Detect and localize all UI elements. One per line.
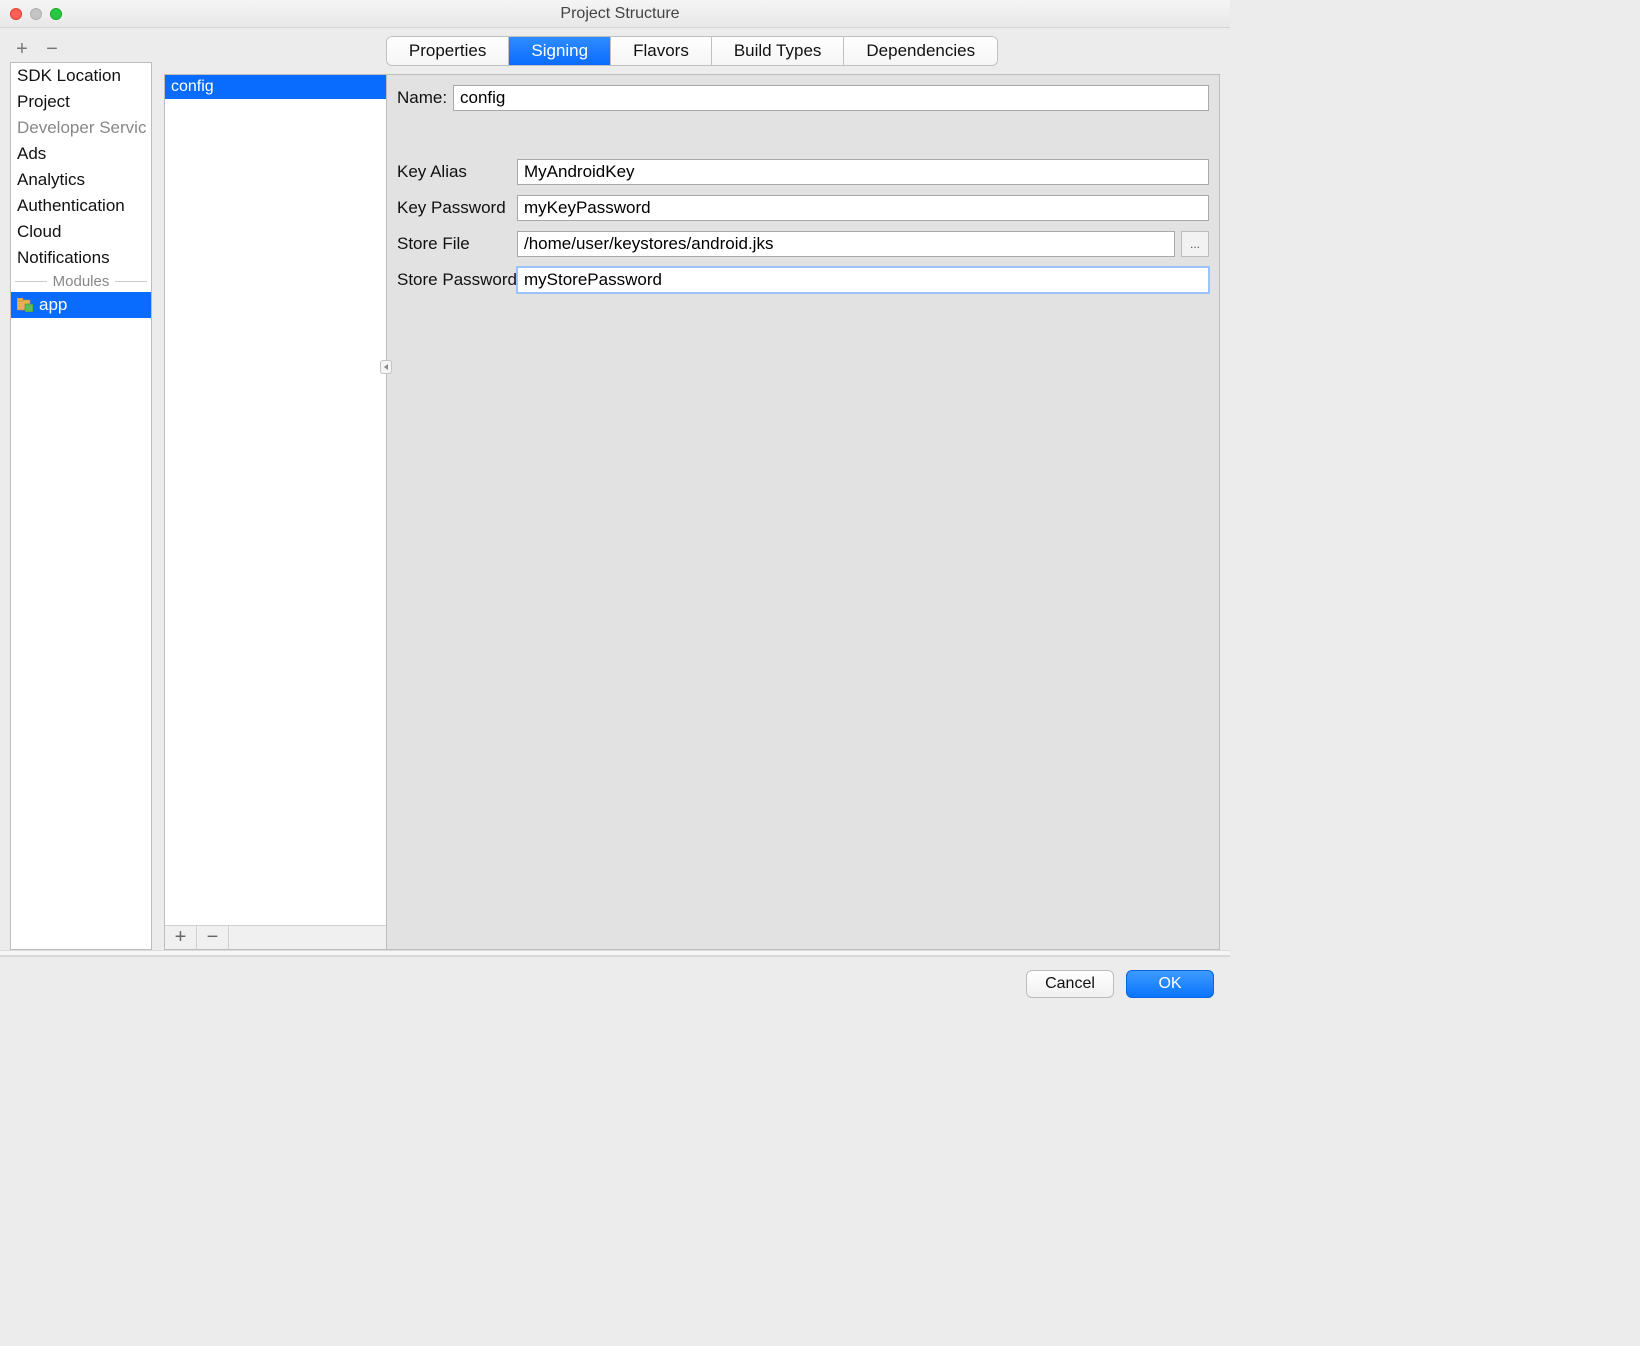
row-key-alias: Key Alias [397,159,1209,185]
minimize-button[interactable] [30,8,42,20]
tab-flavors[interactable]: Flavors [611,37,712,65]
tab-signing[interactable]: Signing [509,37,611,65]
tab-dependencies[interactable]: Dependencies [844,37,997,65]
maximize-button[interactable] [50,8,62,20]
dialog-body: + − SDK Location Project Developer Servi… [0,28,1230,1010]
ok-button[interactable]: OK [1126,970,1214,998]
close-button[interactable] [10,8,22,20]
sidebar-heading-modules: Modules [11,271,151,292]
row-name: Name: [397,85,1209,111]
tabstrip: Properties Signing Flavors Build Types D… [164,36,1220,66]
window-title: Project Structure [10,5,1230,23]
input-key-password[interactable] [517,195,1209,221]
config-list-column: config + − [165,75,387,949]
input-key-alias[interactable] [517,159,1209,185]
traffic-lights [10,8,62,20]
label-store-file: Store File [397,234,517,254]
label-name: Name: [397,88,453,108]
module-name: app [39,295,67,315]
config-list[interactable]: config [165,75,386,925]
main-column: Properties Signing Flavors Build Types D… [164,36,1220,950]
dialog-footer: Cancel OK [0,956,1230,1010]
config-item-config[interactable]: config [165,75,386,99]
titlebar: Project Structure [0,0,1230,28]
browse-store-file-button[interactable]: ... [1181,231,1209,257]
row-store-password: Store Password [397,267,1209,293]
sidebar-item-notifications[interactable]: Notifications [11,245,151,271]
sidebar-item-sdk-location[interactable]: SDK Location [11,63,151,89]
sidebar-item-app-module[interactable]: app [11,292,151,318]
sidebar-item-ads[interactable]: Ads [11,141,151,167]
input-store-file[interactable] [517,231,1175,257]
input-store-password[interactable] [517,267,1209,293]
tabbar: Properties Signing Flavors Build Types D… [386,36,998,66]
sidebar-item-cloud[interactable]: Cloud [11,219,151,245]
sidebar-remove-button[interactable]: − [44,39,60,59]
module-icon [17,298,33,312]
row-store-file: Store File ... [397,231,1209,257]
tab-build-types[interactable]: Build Types [712,37,845,65]
collapse-handle-icon[interactable] [380,360,392,374]
label-store-password: Store Password [397,270,517,290]
sidebar-column: + − SDK Location Project Developer Servi… [10,36,152,950]
label-key-password: Key Password [397,198,517,218]
label-key-alias: Key Alias [397,162,517,182]
sidebar-toolbar: + − [10,36,152,62]
config-toolbar: + − [165,925,386,949]
row-key-password: Key Password [397,195,1209,221]
sidebar-add-button[interactable]: + [14,39,30,59]
tab-properties[interactable]: Properties [387,37,509,65]
sidebar-item-authentication[interactable]: Authentication [11,193,151,219]
input-name[interactable] [453,85,1209,111]
cancel-button[interactable]: Cancel [1026,970,1114,998]
project-structure-dialog: Project Structure + − SDK Location Proje… [0,0,1230,1010]
sidebar-item-project[interactable]: Project [11,89,151,115]
modules-label: Modules [53,273,110,290]
signing-form: Name: Key Alias Key Password Sto [387,75,1219,949]
main-layout: + − SDK Location Project Developer Servi… [0,28,1230,950]
config-add-button[interactable]: + [165,926,197,949]
signing-panel: config + − Name: [164,74,1220,950]
config-remove-button[interactable]: − [197,926,229,949]
sidebar-item-analytics[interactable]: Analytics [11,167,151,193]
sidebar-list: SDK Location Project Developer Servic Ad… [10,62,152,950]
sidebar-heading-developer-services: Developer Servic [11,115,151,141]
